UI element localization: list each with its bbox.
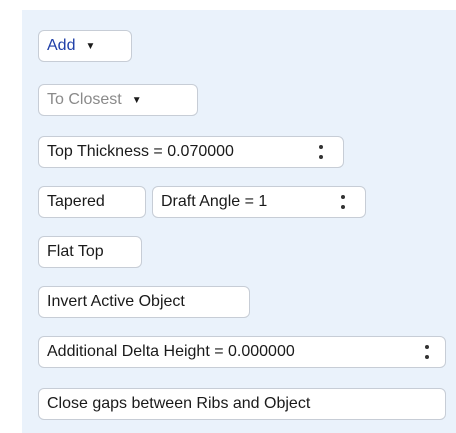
top-thickness-spinner[interactable]: Top Thickness = 0.070000 <box>38 136 344 168</box>
flat-top-label: Flat Top <box>47 243 104 260</box>
top-thickness-label: Top Thickness = 0.070000 <box>47 143 234 160</box>
add-mode-label: Add <box>47 37 76 54</box>
additional-delta-height-spinner[interactable]: Additional Delta Height = 0.000000 <box>38 336 446 368</box>
invert-active-object-button[interactable]: Invert Active Object <box>38 286 250 318</box>
tapered-label: Tapered <box>47 193 105 210</box>
close-gaps-label: Close gaps between Ribs and Object <box>47 395 311 412</box>
to-closest-dropdown[interactable]: To Closest ▼ <box>38 84 198 116</box>
spinner-updown-icon[interactable] <box>423 343 431 361</box>
tapered-button[interactable]: Tapered <box>38 186 146 218</box>
add-mode-dropdown[interactable]: Add ▼ <box>38 30 132 62</box>
flat-top-button[interactable]: Flat Top <box>38 236 142 268</box>
spinner-updown-icon[interactable] <box>339 193 347 211</box>
chevron-down-icon: ▼ <box>131 94 142 106</box>
spinner-updown-icon[interactable] <box>317 143 325 161</box>
invert-active-object-label: Invert Active Object <box>47 293 185 310</box>
chevron-down-icon: ▼ <box>85 40 96 52</box>
to-closest-label: To Closest <box>47 91 122 108</box>
tool-options-panel: Add ▼ To Closest ▼ Top Thickness = 0.070… <box>22 10 456 433</box>
close-gaps-button[interactable]: Close gaps between Ribs and Object <box>38 388 446 420</box>
draft-angle-label: Draft Angle = 1 <box>161 193 268 210</box>
additional-delta-height-label: Additional Delta Height = 0.000000 <box>47 343 295 360</box>
draft-angle-spinner[interactable]: Draft Angle = 1 <box>152 186 366 218</box>
